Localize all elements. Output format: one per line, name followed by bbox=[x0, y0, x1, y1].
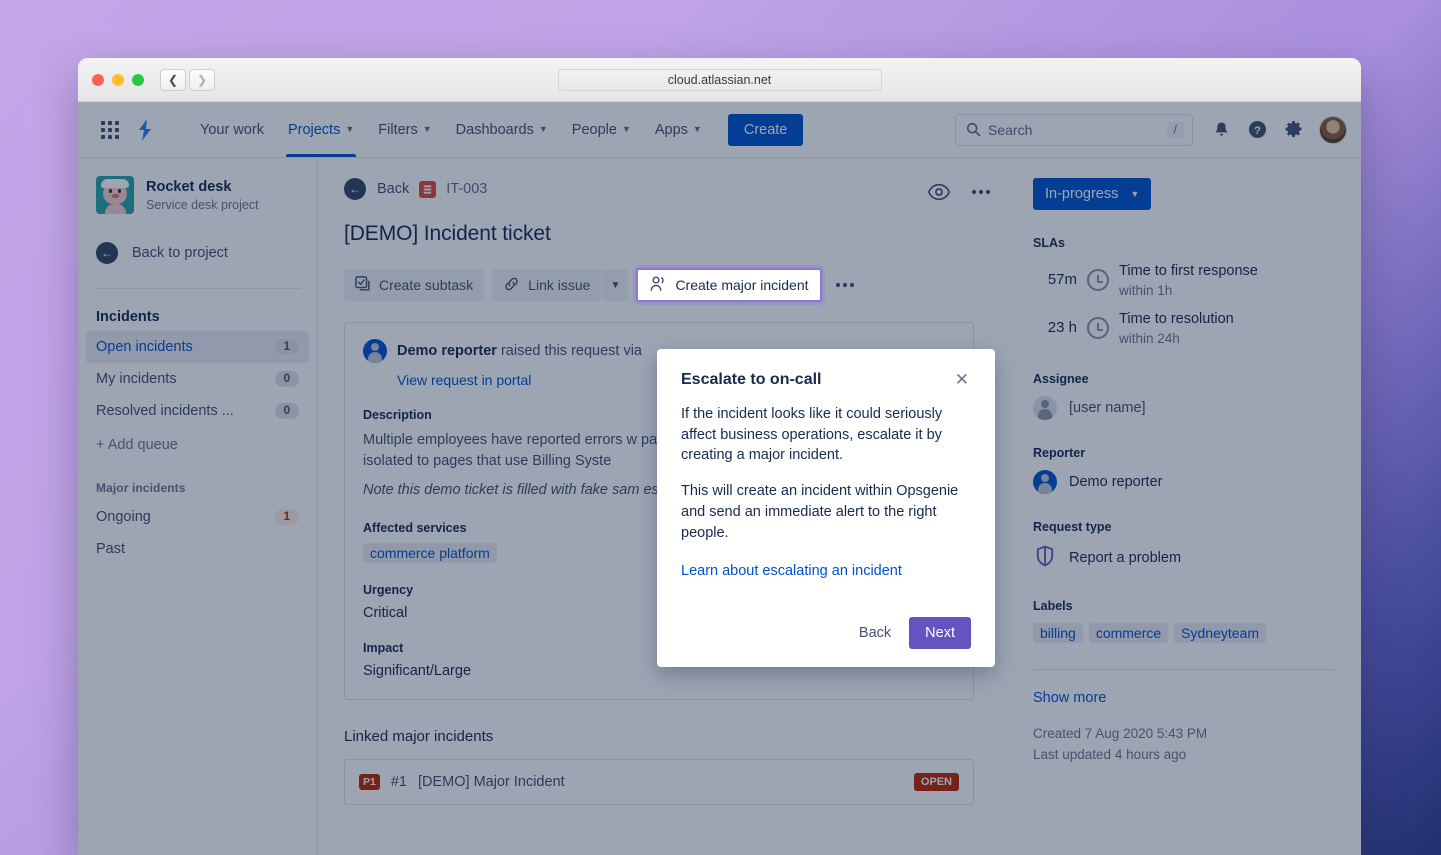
maximize-window-button[interactable] bbox=[132, 74, 144, 86]
modal-footer: Back Next bbox=[681, 617, 971, 649]
modal-paragraph-2: This will create an incident within Opsg… bbox=[681, 481, 971, 543]
jira-app: Your work Projects ▼ Filters ▼ Dashboard… bbox=[78, 102, 1361, 855]
url-bar[interactable]: cloud.atlassian.net bbox=[558, 69, 882, 91]
person-add-icon bbox=[649, 275, 667, 296]
url-text: cloud.atlassian.net bbox=[668, 73, 772, 87]
browser-window: ❮ ❯ cloud.atlassian.net Your work Projec… bbox=[78, 58, 1361, 855]
create-major-incident-spotlight: Create major incident bbox=[636, 268, 821, 302]
modal-header: Escalate to on-call ✕ bbox=[681, 371, 971, 389]
back-button[interactable]: ❮ bbox=[160, 69, 186, 91]
learn-about-escalating-link[interactable]: Learn about escalating an incident bbox=[681, 563, 971, 579]
minimize-window-button[interactable] bbox=[112, 74, 124, 86]
escalate-modal: Escalate to on-call ✕ If the incident lo… bbox=[657, 349, 995, 667]
forward-button[interactable]: ❯ bbox=[189, 69, 215, 91]
close-window-button[interactable] bbox=[92, 74, 104, 86]
close-icon[interactable]: ✕ bbox=[953, 371, 971, 388]
window-controls[interactable] bbox=[92, 74, 144, 86]
modal-paragraph-1: If the incident looks like it could seri… bbox=[681, 404, 971, 466]
modal-back-button[interactable]: Back bbox=[855, 619, 895, 647]
modal-title: Escalate to on-call bbox=[681, 371, 953, 389]
create-major-incident-label: Create major incident bbox=[675, 277, 808, 293]
create-major-incident-button[interactable]: Create major incident bbox=[636, 268, 821, 302]
browser-titlebar: ❮ ❯ cloud.atlassian.net bbox=[78, 58, 1361, 102]
modal-next-button[interactable]: Next bbox=[909, 617, 971, 649]
browser-nav-buttons[interactable]: ❮ ❯ bbox=[160, 69, 215, 91]
